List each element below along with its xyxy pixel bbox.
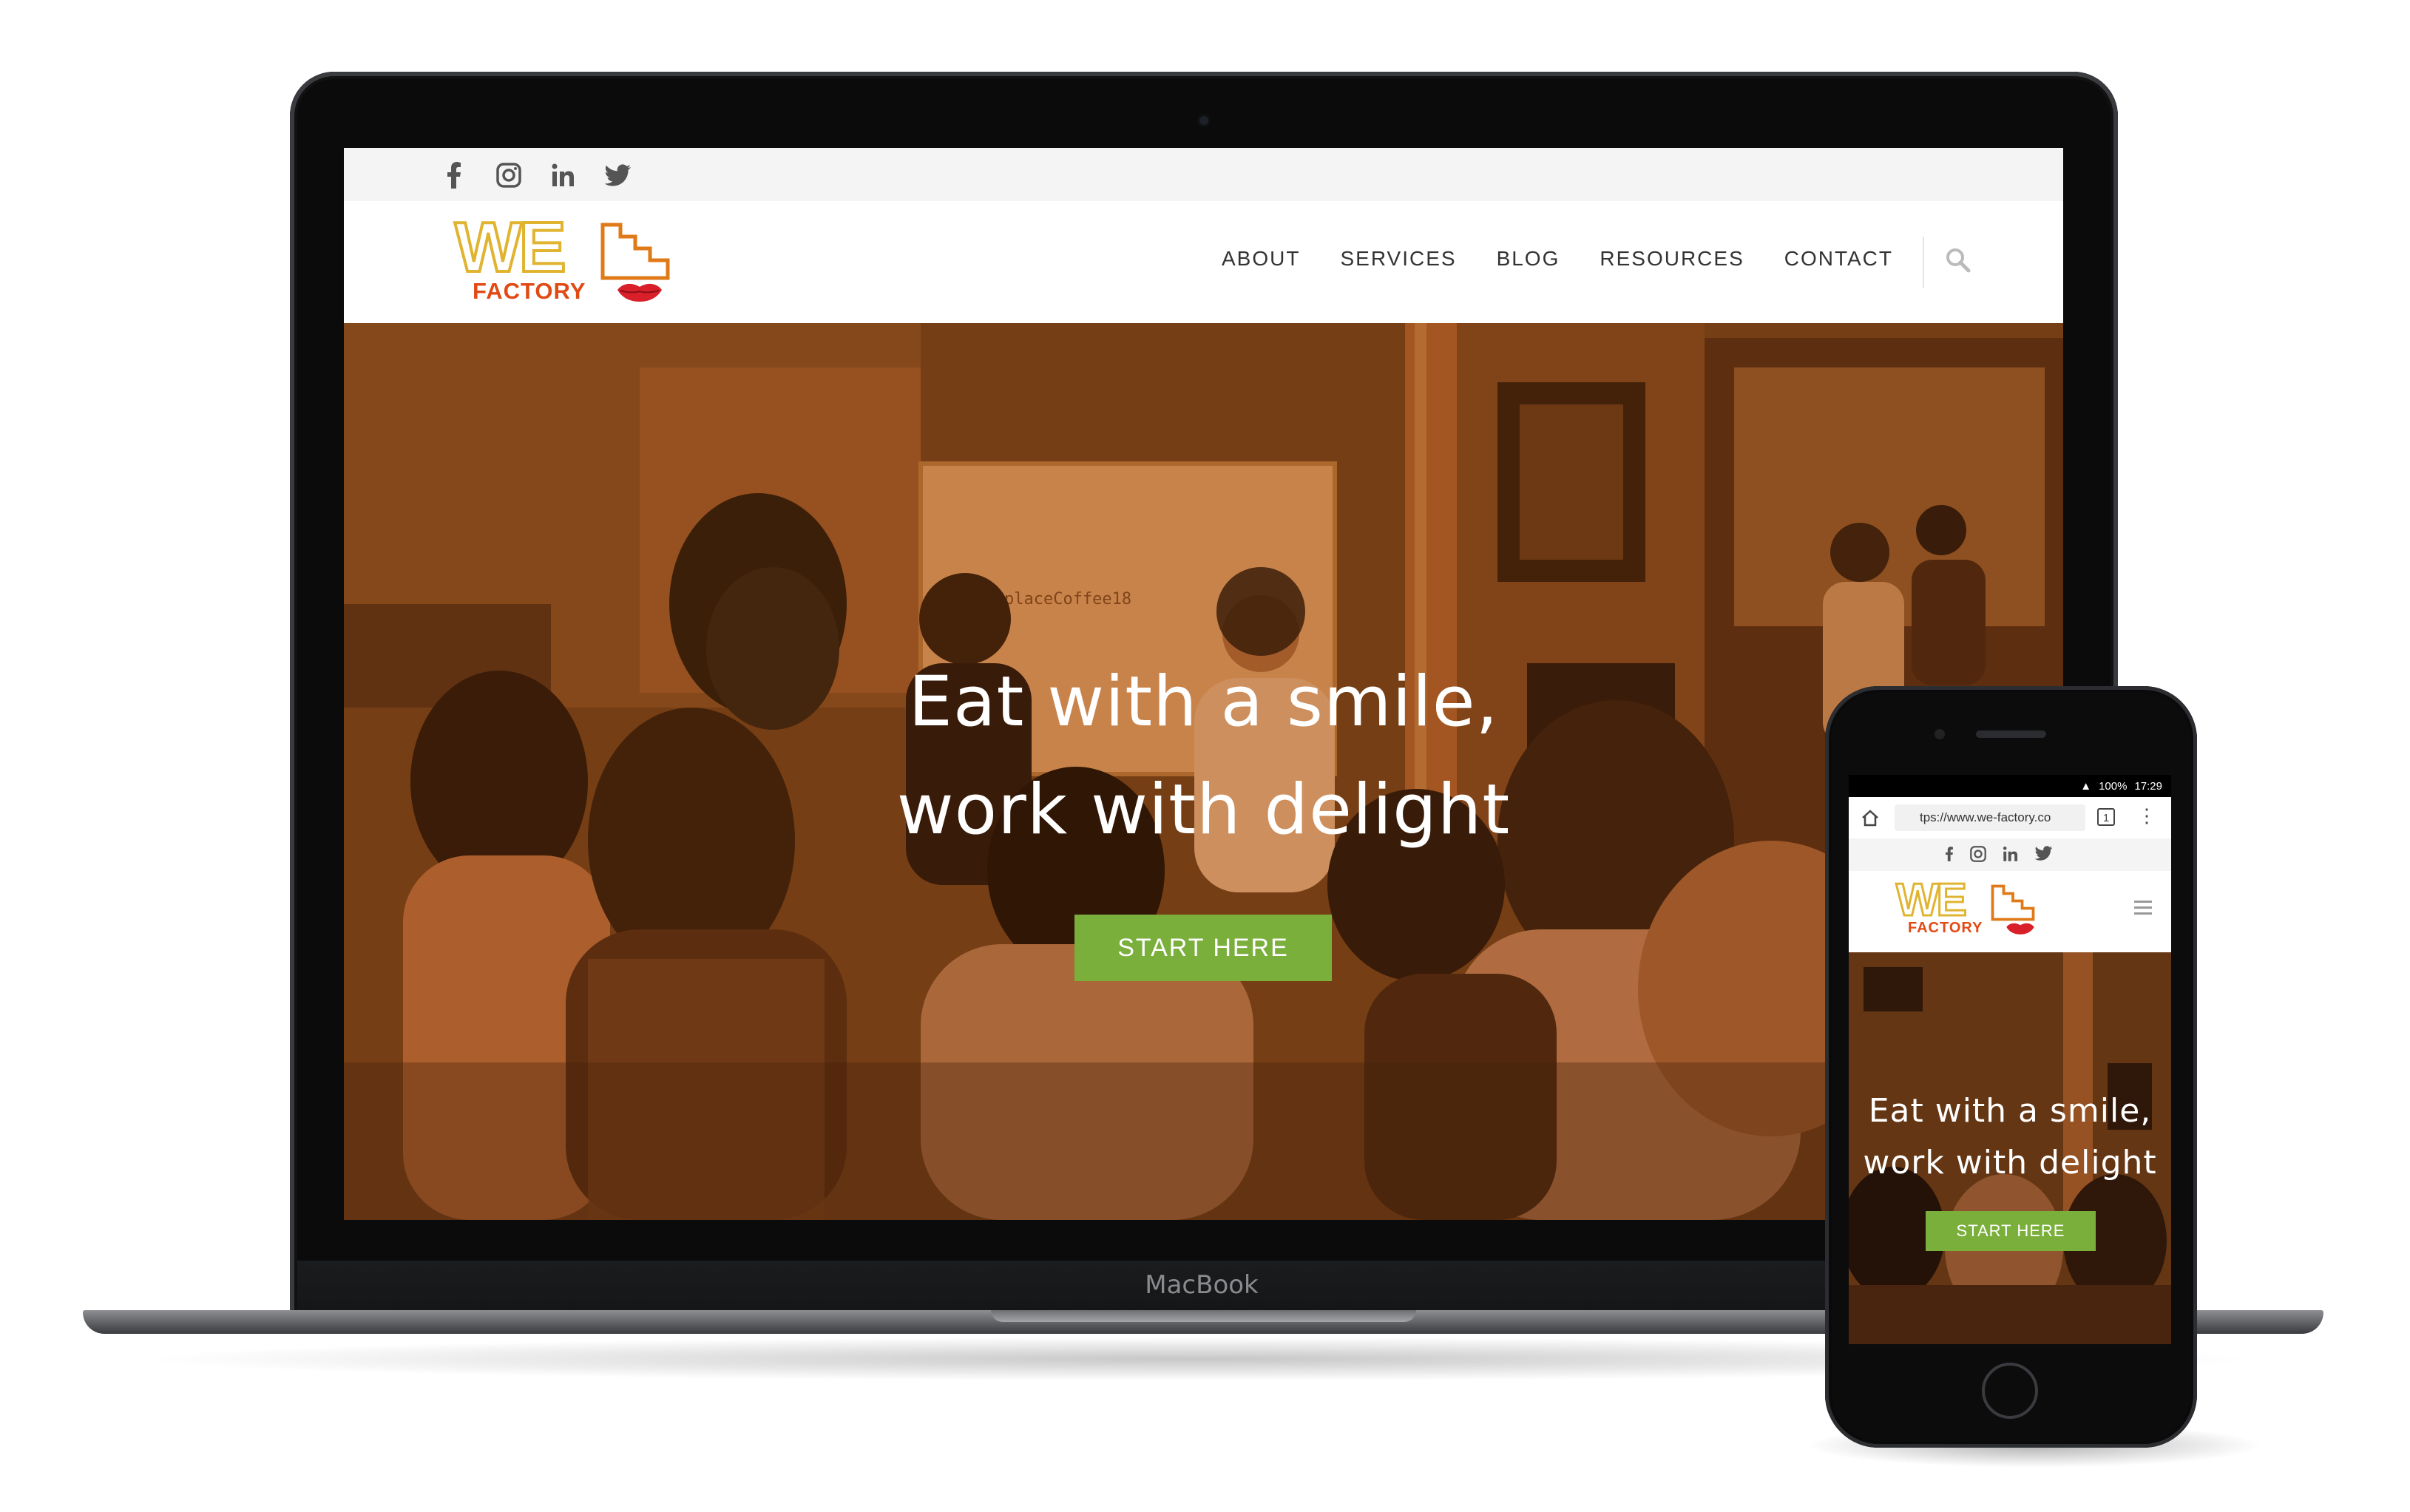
stairs-icon	[600, 223, 670, 280]
social-topbar	[344, 148, 2063, 201]
stairs-icon	[1991, 884, 2035, 921]
phone-hero-title: Eat with a smile, work with delight	[1849, 1085, 2171, 1190]
nav-resources[interactable]: RESOURCES	[1600, 247, 1744, 271]
hero-title-line-1: Eat with a smile,	[1868, 1092, 2152, 1130]
logo-name: FACTORY	[473, 278, 586, 304]
phone-camera	[1935, 729, 1945, 739]
lips-icon	[617, 283, 662, 302]
phone-home-button[interactable]	[1982, 1363, 2038, 1419]
laptop-camera	[1199, 116, 1208, 125]
hero-title-line-2: work with delight	[1863, 1144, 2157, 1182]
facebook-icon[interactable]	[1945, 846, 1954, 862]
laptop-screen: WE FACTORY ABOUT SERVICES BLOG RESOURCES…	[344, 148, 2063, 1220]
facebook-icon[interactable]	[440, 161, 468, 189]
browser-url-bar: tps://www.we-factory.co 1 ⋮	[1849, 797, 2171, 839]
instagram-icon[interactable]	[495, 161, 523, 189]
clock: 17:29	[2134, 779, 2162, 793]
hero-title-line-2: work with delight	[896, 769, 1511, 850]
phone-status-bar: ▲ 100% 17:29	[1849, 775, 2171, 797]
linkedin-icon[interactable]	[2003, 846, 2019, 862]
hamburger-menu-icon[interactable]	[2134, 901, 2152, 915]
hero-title-line-1: Eat with a smile,	[908, 662, 1499, 742]
tab-count-button[interactable]: 1	[2097, 808, 2115, 826]
start-here-button[interactable]: START HERE	[1074, 915, 1332, 981]
twitter-icon[interactable]	[2035, 846, 2053, 861]
browser-menu-icon[interactable]: ⋮	[2137, 806, 2156, 825]
nav-blog[interactable]: BLOG	[1497, 247, 1560, 271]
laptop-hinge-notch	[991, 1310, 1416, 1322]
nav-services[interactable]: SERVICES	[1340, 247, 1456, 271]
phone-speaker	[1976, 730, 2046, 738]
linkedin-icon[interactable]	[549, 161, 578, 189]
nav-contact[interactable]: CONTACT	[1784, 247, 1893, 271]
site-logo[interactable]: WE FACTORY	[453, 206, 677, 305]
logo-mark: WE	[1895, 874, 1969, 927]
nav-menu: ABOUT SERVICES BLOG RESOURCES CONTACT	[1222, 247, 1893, 271]
nav-divider	[1923, 237, 1924, 288]
lips-icon	[2006, 923, 2034, 935]
site-logo[interactable]: WE FACTORY	[1895, 874, 2044, 945]
url-field[interactable]: tps://www.we-factory.co	[1895, 804, 2085, 831]
hero-title: Eat with a smile, work with delight	[344, 648, 2063, 864]
battery-level: 100%	[2099, 779, 2128, 793]
url-text: tps://www.we-factory.co	[1920, 810, 2051, 824]
logo-mark: WE	[453, 206, 568, 288]
phone-screen: ▲ 100% 17:29 tps://www.we-factory.co 1 ⋮…	[1849, 775, 2171, 1344]
phone-social-topbar	[1849, 838, 2171, 871]
instagram-icon[interactable]	[1970, 846, 1986, 862]
nav-about[interactable]: ABOUT	[1222, 247, 1300, 271]
twitter-icon[interactable]	[604, 161, 632, 189]
main-navbar: WE FACTORY ABOUT SERVICES BLOG RESOURCES…	[344, 201, 2063, 324]
search-icon[interactable]	[1945, 247, 1974, 277]
start-here-button[interactable]: START HERE	[1926, 1211, 2096, 1251]
phone-hero-section: Eat with a smile, work with delight STAR…	[1849, 952, 2171, 1344]
hero-section: WorkplaceCoffee18 Eat with a smile, work…	[344, 323, 2063, 1220]
home-icon[interactable]	[1861, 809, 1880, 827]
logo-name: FACTORY	[1908, 920, 1983, 936]
signal-icon: ▲	[2080, 779, 2092, 793]
phone-navbar: WE FACTORY	[1849, 871, 2171, 953]
social-links	[440, 161, 632, 189]
laptop-brand-label: MacBook	[1145, 1270, 1259, 1300]
